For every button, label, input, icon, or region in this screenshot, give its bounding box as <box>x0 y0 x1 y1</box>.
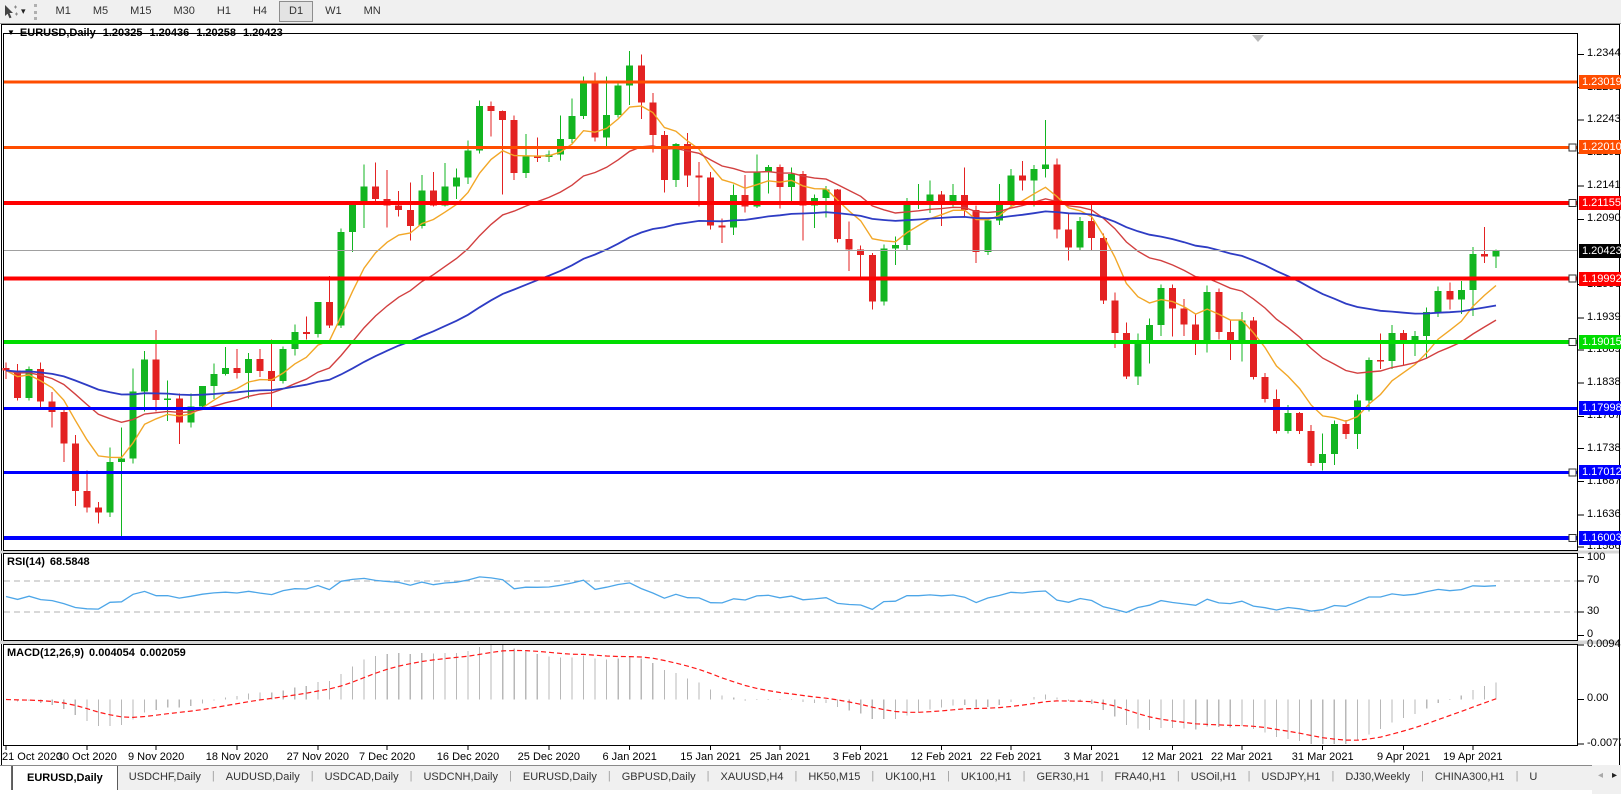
level-handle-1.17012[interactable] <box>1568 468 1577 477</box>
top-toolbar: ▾ M1 M5 M15 M30 H1 H4 D1 W1 MN <box>0 0 1621 24</box>
chart-tab-usdchf-daily[interactable]: USDCHF,Daily <box>118 766 212 790</box>
moving-average-line-21 <box>5 145 1497 424</box>
chart-tab-usdjpy-h1[interactable]: USDJPY,H1 <box>1250 766 1331 790</box>
chart-tab-ger30-h1[interactable]: GER30,H1 <box>1025 766 1100 790</box>
chart-tab-uk100-h1[interactable]: UK100,H1 <box>950 766 1023 790</box>
timeframe-button-m5[interactable]: M5 <box>83 1 118 22</box>
timeframe-button-m30[interactable]: M30 <box>164 1 205 22</box>
chart-tab-dj30-weekly[interactable]: DJ30,Weekly <box>1334 766 1421 790</box>
moving-averages-layer <box>5 105 1497 459</box>
moving-average-line-8 <box>5 105 1497 459</box>
level-handle-1.22010[interactable] <box>1568 143 1577 152</box>
chart-tab-u[interactable]: U <box>1518 766 1548 790</box>
chart-canvas[interactable] <box>0 0 1621 789</box>
timeframe-button-w1[interactable]: W1 <box>315 1 352 22</box>
level-handle-1.16003[interactable] <box>1568 534 1577 543</box>
level-handle-1.19992[interactable] <box>1568 274 1577 283</box>
cursor-arrow-icon <box>5 4 18 18</box>
panel-borders <box>3 33 1578 746</box>
chart-tab-bar: EURUSD,Daily USDCHF,Daily | AUDUSD,Daily | US… <box>0 765 1621 790</box>
macd-signal-line <box>5 649 1497 741</box>
chart-tab-xauusd-h4[interactable]: XAUUSD,H4 <box>710 766 795 790</box>
tab-scroll-buttons: ◂ ▸ <box>1591 765 1621 794</box>
chart-tab-audusd-daily[interactable]: AUDUSD,Daily <box>215 766 311 790</box>
timeframe-button-mn[interactable]: MN <box>354 1 391 22</box>
tab-stub[interactable] <box>0 766 12 790</box>
toolbar-grip[interactable] <box>33 3 37 20</box>
tab-scroll-right-icon[interactable]: ▸ <box>1612 770 1617 794</box>
tab-scroll-left-icon[interactable]: ◂ <box>1598 770 1603 794</box>
rsi-layer <box>4 576 1577 614</box>
dropdown-caret-icon[interactable]: ▾ <box>21 6 26 17</box>
chart-tab-gbpusd-daily[interactable]: GBPUSD,Daily <box>611 766 707 790</box>
timeframe-button-h4[interactable]: H4 <box>243 1 277 22</box>
chart-tab-china300-h1[interactable]: CHINA300,H1 <box>1424 766 1516 790</box>
timeframe-button-h1[interactable]: H1 <box>207 1 241 22</box>
chart-tab-eurusd-daily[interactable]: EURUSD,Daily <box>512 766 608 790</box>
horizontal-level-lines[interactable] <box>4 80 1577 543</box>
timeframe-button-m1[interactable]: M1 <box>46 1 81 22</box>
moving-average-line-55 <box>5 210 1497 396</box>
chart-tab-fra40-h1[interactable]: FRA40,H1 <box>1104 766 1177 790</box>
chart-tab-usdcad-daily[interactable]: USDCAD,Daily <box>314 766 410 790</box>
rsi-line <box>5 576 1497 614</box>
chart-shift-marker-icon[interactable] <box>1252 35 1264 42</box>
timeframe-button-group: M1 M5 M15 M30 H1 H4 D1 W1 MN <box>45 1 392 22</box>
chart-tab-hk50-m15[interactable]: HK50,M15 <box>797 766 871 790</box>
timeframe-button-d1[interactable]: D1 <box>279 1 314 22</box>
chart-tab-usdcnh-daily[interactable]: USDCNH,Daily <box>412 766 509 790</box>
timeframe-button-m15[interactable]: M15 <box>120 1 161 22</box>
chart-tab-uk100-h1[interactable]: UK100,H1 <box>874 766 947 790</box>
chart-tab-usoil-h1[interactable]: USOil,H1 <box>1180 766 1248 790</box>
level-handle-1.21155[interactable] <box>1568 199 1577 208</box>
crosshair-cursor-tool-icon[interactable] <box>1 3 21 21</box>
candles-layer <box>2 51 1500 537</box>
chart-tab-eurusd-daily[interactable]: EURUSD,Daily <box>12 766 118 790</box>
level-handle-1.19015[interactable] <box>1568 338 1577 347</box>
macd-layer <box>5 645 1497 744</box>
